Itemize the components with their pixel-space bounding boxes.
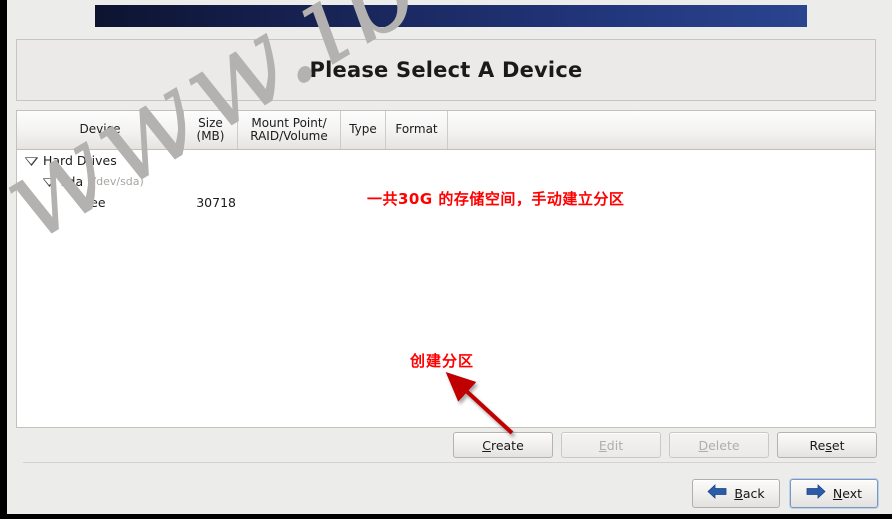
footer-divider [23, 462, 876, 463]
table-header-row: Device Size (MB) Mount Point/ RAID/Volum… [17, 111, 875, 150]
column-header-device[interactable]: Device [17, 111, 184, 149]
device-path: (/dev/sda) [88, 175, 144, 188]
table-cell-device: Hard Drives [17, 153, 184, 168]
column-header-size-line1: Size [198, 115, 223, 130]
table-cell-device: sda (/dev/sda) [17, 174, 184, 189]
reset-button[interactable]: Reset [777, 432, 877, 458]
edit-button[interactable]: Edit [561, 432, 661, 458]
column-header-mount-line1: Mount Point/ [251, 115, 327, 130]
column-header-mount-line2: RAID/Volume [250, 129, 328, 143]
expander-triangle-down-icon[interactable] [25, 154, 38, 167]
annotation-free-space-note: 一共30G 的存储空间，手动建立分区 [367, 190, 625, 208]
page-title: Please Select A Device [309, 58, 583, 82]
table-cell-size: 30718 [196, 195, 236, 210]
title-panel: Please Select A Device [16, 39, 876, 101]
top-banner [95, 5, 807, 27]
device-name: Free [79, 195, 106, 210]
device-name: sda [61, 174, 84, 189]
annotation-create-partition-note: 创建分区 [410, 352, 475, 370]
next-button[interactable]: Next [790, 478, 878, 508]
arrow-left-icon [707, 484, 727, 502]
back-button[interactable]: Back [692, 478, 780, 508]
arrow-right-icon [806, 484, 826, 502]
table-row[interactable]: Hard Drives [17, 150, 875, 171]
expander-triangle-down-icon[interactable] [43, 175, 56, 188]
delete-button[interactable]: Delete [669, 432, 769, 458]
screen-root: Please Select A Device Device Size (MB) … [0, 0, 892, 519]
column-header-size-line2: (MB) [196, 129, 225, 143]
device-name: Hard Drives [43, 153, 117, 168]
column-header-type[interactable]: Type [341, 111, 386, 149]
column-header-size[interactable]: Size (MB) [184, 111, 238, 149]
partition-action-buttons: Create Edit Delete Reset [7, 430, 892, 460]
column-header-filler [448, 111, 875, 149]
device-table-panel: Device Size (MB) Mount Point/ RAID/Volum… [16, 110, 876, 428]
column-header-mount-point[interactable]: Mount Point/ RAID/Volume [238, 111, 341, 149]
create-button[interactable]: Create [453, 432, 553, 458]
navigation-buttons: Back Next [7, 477, 892, 509]
table-cell-device: Free [17, 195, 184, 210]
installer-window: Please Select A Device Device Size (MB) … [7, 0, 892, 514]
column-header-format[interactable]: Format [386, 111, 448, 149]
